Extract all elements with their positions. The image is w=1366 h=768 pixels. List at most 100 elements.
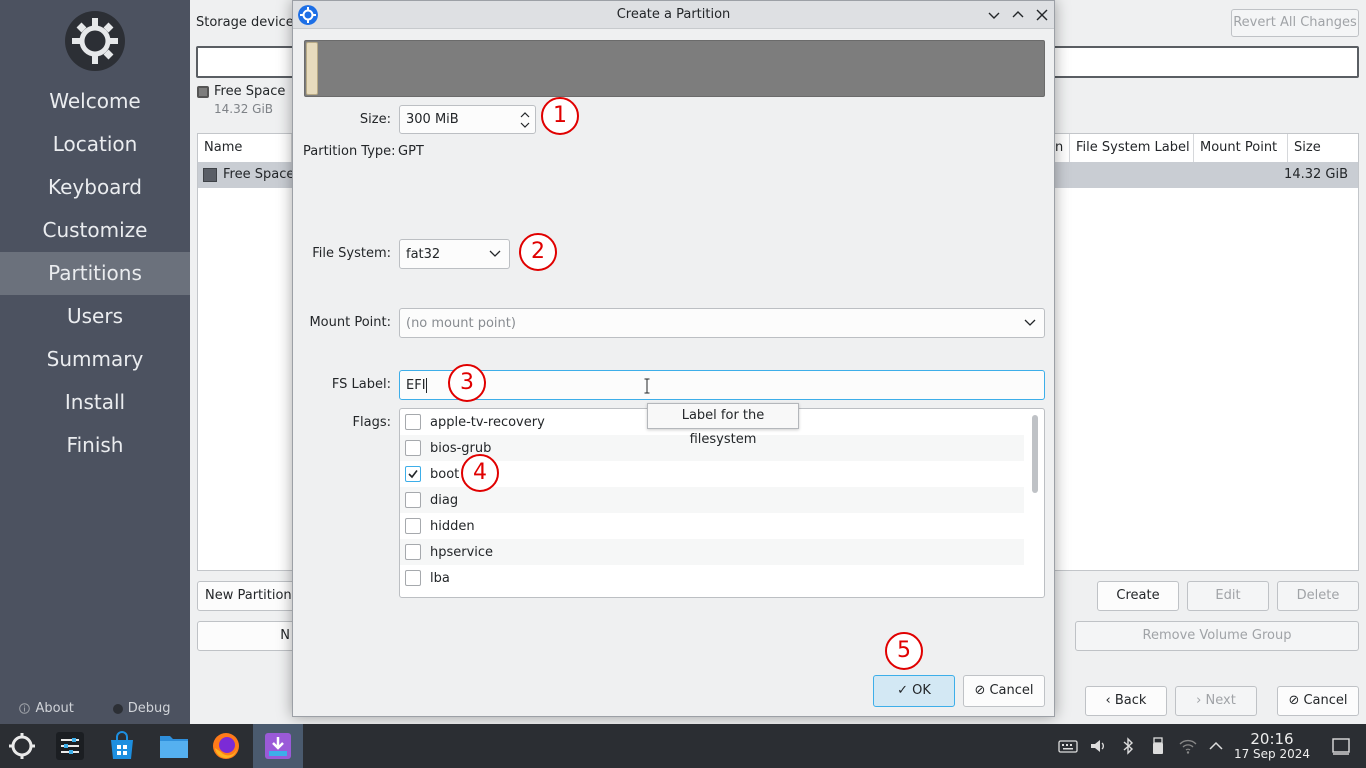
maximize-chevron-icon[interactable] bbox=[1009, 6, 1027, 24]
file-system-value: fat32 bbox=[406, 246, 441, 262]
free-space-legend-label: Free Space bbox=[214, 84, 286, 99]
checkmark-icon bbox=[408, 470, 418, 479]
delete-button[interactable]: Delete bbox=[1277, 581, 1359, 611]
cancel-circle-icon: ⊘ bbox=[1288, 693, 1304, 708]
checkbox[interactable] bbox=[405, 492, 421, 508]
annotation-marker-1: 1 bbox=[541, 97, 579, 135]
clock-date: 17 Sep 2024 bbox=[1233, 747, 1311, 761]
debug-button[interactable]: Debug bbox=[112, 701, 171, 716]
fs-label-input[interactable]: EFI bbox=[399, 370, 1045, 400]
chevron-down-icon bbox=[1024, 319, 1036, 326]
keyboard-icon[interactable] bbox=[1058, 736, 1078, 756]
size-value: 300 MiB bbox=[406, 112, 459, 127]
list-item: hpservice bbox=[430, 544, 494, 560]
network-wifi-icon[interactable] bbox=[1178, 736, 1198, 756]
back-label: Back bbox=[1114, 693, 1147, 708]
size-label: Size: bbox=[359, 112, 391, 127]
fs-label-value: EFI bbox=[406, 377, 426, 393]
taskbar: 20:16 17 Sep 2024 bbox=[0, 724, 1366, 768]
dialog-title: Create a Partition bbox=[616, 7, 731, 22]
checkbox[interactable] bbox=[405, 466, 421, 482]
mount-point-placeholder: (no mount point) bbox=[406, 315, 516, 331]
checkbox[interactable] bbox=[405, 414, 421, 430]
checkbox[interactable] bbox=[405, 440, 421, 456]
tray-expand-chevron-icon[interactable] bbox=[1206, 736, 1226, 756]
minimize-chevron-icon[interactable] bbox=[985, 6, 1003, 24]
checkmark-icon: ✓ bbox=[897, 683, 913, 698]
volume-icon[interactable] bbox=[1088, 736, 1108, 756]
close-icon[interactable] bbox=[1033, 6, 1051, 24]
checkbox[interactable] bbox=[405, 518, 421, 534]
sidebar-item-users: Users bbox=[66, 304, 123, 328]
firefox-icon[interactable] bbox=[210, 730, 242, 762]
column-mount-point[interactable]: Mount Point bbox=[1194, 134, 1288, 162]
sidebar-item-keyboard: Keyboard bbox=[47, 175, 142, 199]
revert-all-changes-button[interactable]: Revert All Changes bbox=[1231, 9, 1359, 37]
row-size: 14.32 GiB bbox=[1284, 167, 1348, 182]
sidebar-item-finish: Finish bbox=[66, 433, 124, 457]
remove-volume-group-button[interactable]: Remove Volume Group bbox=[1075, 621, 1359, 651]
fs-label-tooltip: Label for the filesystem bbox=[647, 403, 799, 447]
flag-hpservice[interactable]: hpservice bbox=[400, 539, 1024, 565]
partition-preview-bar bbox=[304, 40, 1045, 97]
usb-device-icon[interactable] bbox=[1148, 736, 1168, 756]
sidebar-nav: Welcome Location Keyboard Customize Part… bbox=[0, 80, 190, 467]
digital-clock[interactable]: 20:16 17 Sep 2024 bbox=[1232, 731, 1312, 762]
discover-store-icon[interactable] bbox=[106, 730, 138, 762]
flags-label: Flags: bbox=[352, 415, 391, 430]
ok-label: OK bbox=[912, 683, 931, 698]
flag-hidden[interactable]: hidden bbox=[400, 513, 1024, 539]
checkbox[interactable] bbox=[405, 570, 421, 586]
chevron-right-icon: › bbox=[1196, 693, 1206, 708]
column-size[interactable]: Size bbox=[1288, 134, 1360, 162]
system-settings-icon[interactable] bbox=[54, 730, 86, 762]
edit-button[interactable]: Edit bbox=[1187, 581, 1269, 611]
new-partition-table-button[interactable]: New Partition bbox=[197, 581, 297, 611]
annotation-marker-3: 3 bbox=[448, 364, 486, 402]
file-system-dropdown[interactable]: fat32 bbox=[399, 239, 510, 269]
column-fs-label[interactable]: File System Label bbox=[1070, 134, 1194, 162]
main-cancel-button[interactable]: ⊘ Cancel bbox=[1277, 686, 1359, 716]
ibeam-cursor-icon bbox=[644, 378, 650, 394]
show-desktop-icon[interactable] bbox=[1330, 735, 1352, 757]
app-launcher-icon[interactable] bbox=[6, 730, 38, 762]
flag-diag[interactable]: diag bbox=[400, 487, 1024, 513]
annotation-marker-2: 2 bbox=[519, 233, 557, 271]
file-manager-icon[interactable] bbox=[158, 730, 190, 762]
next-label: Next bbox=[1205, 693, 1236, 708]
flags-scrollbar[interactable] bbox=[1032, 415, 1038, 493]
list-item: apple-tv-recovery bbox=[430, 414, 545, 430]
back-button[interactable]: ‹ Back bbox=[1085, 686, 1167, 716]
checkbox[interactable] bbox=[405, 544, 421, 560]
ok-button[interactable]: ✓ OK bbox=[873, 675, 955, 707]
mount-point-dropdown[interactable]: (no mount point) bbox=[399, 308, 1045, 338]
spin-arrows-icon[interactable] bbox=[519, 110, 531, 130]
bluetooth-icon[interactable] bbox=[1118, 736, 1138, 756]
list-item: diag bbox=[430, 492, 459, 508]
free-space-swatch bbox=[203, 168, 217, 182]
clock-time: 20:16 bbox=[1250, 730, 1294, 748]
annotation-marker-5: 5 bbox=[885, 632, 923, 670]
create-button[interactable]: Create bbox=[1097, 581, 1179, 611]
sidebar-item-summary: Summary bbox=[46, 347, 144, 371]
new-volume-group-button[interactable]: N bbox=[197, 621, 297, 651]
free-space-legend-swatch bbox=[197, 86, 209, 98]
size-spinbox[interactable]: 300 MiB bbox=[399, 105, 536, 134]
info-icon bbox=[19, 703, 31, 714]
column-name[interactable]: Name bbox=[198, 134, 292, 162]
dialog-cancel-button[interactable]: ⊘ Cancel bbox=[963, 675, 1045, 707]
dialog-titlebar[interactable]: Create a Partition bbox=[293, 1, 1054, 29]
chevron-down-icon bbox=[489, 250, 501, 257]
text-cursor bbox=[425, 377, 427, 393]
about-button[interactable]: About bbox=[19, 701, 74, 716]
dialog-cancel-label: Cancel bbox=[989, 683, 1034, 698]
next-button[interactable]: › Next bbox=[1175, 686, 1257, 716]
list-item: lba bbox=[430, 570, 450, 586]
flag-lba[interactable]: lba bbox=[400, 565, 1024, 591]
new-partition-segment bbox=[306, 42, 318, 95]
row-name: Free Space bbox=[223, 167, 295, 182]
installer-sidebar: Welcome Location Keyboard Customize Part… bbox=[0, 0, 190, 724]
column-partial: n bbox=[1055, 134, 1070, 162]
mount-point-label: Mount Point: bbox=[309, 315, 391, 330]
installer-task-icon[interactable] bbox=[262, 730, 294, 762]
